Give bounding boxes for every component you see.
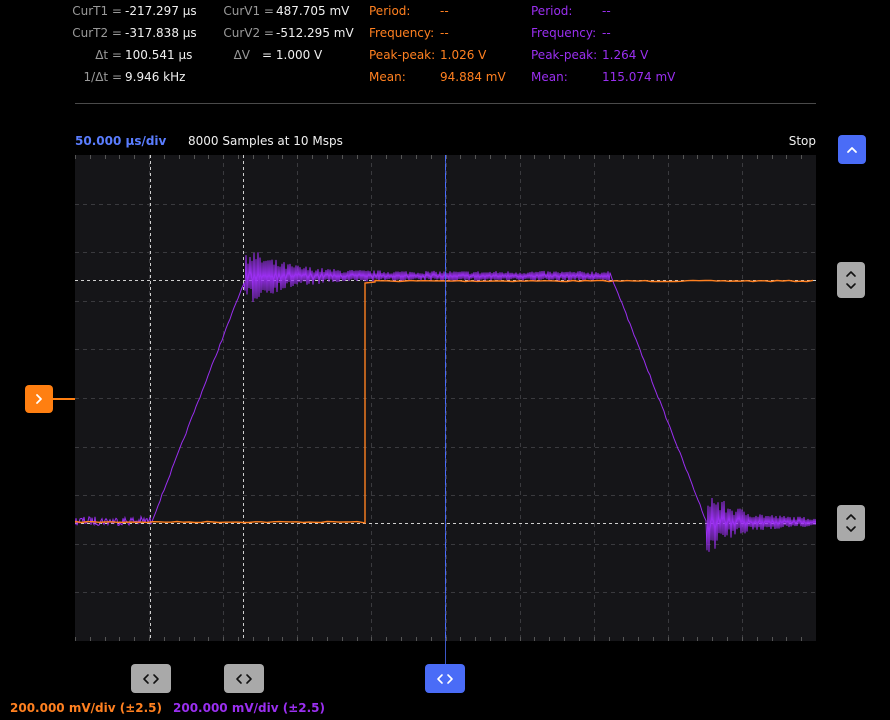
acquisition-state[interactable]: Stop (760, 134, 816, 148)
chevron-left-right-icon (437, 673, 453, 684)
sample-info: 8000 Samples at 10 Msps (188, 134, 343, 148)
curv1-value: 487.705 mV (276, 4, 350, 18)
ch1-frequency-label: Frequency: (369, 26, 435, 40)
ch2-peak-peak-value: 1.264 V (602, 48, 649, 62)
channel1-scale[interactable]: 200.000 mV/div (±2.5) (10, 701, 162, 715)
channel2-scale[interactable]: 200.000 mV/div (±2.5) (173, 701, 325, 715)
channel1-offset-marker[interactable] (25, 385, 53, 413)
delta-v-label: ΔV (233, 48, 250, 62)
curt1-label: CurT1 = (72, 4, 122, 18)
trigger-position-handle-line (445, 155, 446, 665)
curv1-label: CurV1 = (223, 4, 274, 18)
inverse-delta-t-label: 1/Δt = (83, 70, 122, 84)
ch1-period-value: -- (440, 4, 449, 18)
chevron-up-icon (847, 146, 857, 153)
curv2-value: -512.295 mV (276, 26, 354, 40)
ch2-mean-label: Mean: (531, 70, 568, 84)
delta-t-value: 100.541 µs (125, 48, 193, 62)
time-cursor-1-handle[interactable] (131, 664, 171, 693)
ch2-frequency-value: -- (602, 26, 611, 40)
channel1-offset-tick (50, 398, 75, 400)
delta-v-value: = 1.000 V (262, 48, 323, 62)
chevron-up-down-icon (846, 271, 856, 289)
time-cursor-2-handle[interactable] (224, 664, 264, 693)
ch2-peak-peak-label: Peak-peak: (531, 48, 598, 62)
chevron-left-right-icon (236, 673, 252, 684)
delta-t-label: Δt = (95, 48, 122, 62)
channel1-trace (75, 279, 814, 524)
ch2-period-value: -- (602, 4, 611, 18)
inverse-delta-t-value: 9.946 kHz (125, 70, 186, 84)
curt2-value: -317.838 µs (125, 26, 197, 40)
trigger-position-handle[interactable] (425, 664, 465, 693)
curv2-label: CurV2 = (223, 26, 274, 40)
ch2-mean-value: 115.074 mV (602, 70, 676, 84)
voltage-cursor-2-handle[interactable] (837, 505, 865, 541)
curt1-value: -217.297 µs (125, 4, 197, 18)
chevron-left-right-icon (143, 673, 159, 684)
chevron-right-icon (36, 394, 42, 404)
chevron-up-down-icon (846, 514, 856, 532)
ch1-peak-peak-label: Peak-peak: (369, 48, 436, 62)
ch1-frequency-value: -- (440, 26, 449, 40)
ch1-mean-value: 94.884 mV (440, 70, 506, 84)
ch2-period-label: Period: (531, 4, 573, 18)
timebase-scale[interactable]: 50.000 µs/div (75, 134, 166, 148)
ch1-period-label: Period: (369, 4, 411, 18)
header-divider (75, 103, 816, 104)
scroll-up-button[interactable] (838, 135, 866, 164)
voltage-cursor-1-handle[interactable] (837, 262, 865, 298)
ch2-frequency-label: Frequency: (531, 26, 597, 40)
ch1-peak-peak-value: 1.026 V (440, 48, 487, 62)
ch1-mean-label: Mean: (369, 70, 406, 84)
curt2-label: CurT2 = (72, 26, 122, 40)
